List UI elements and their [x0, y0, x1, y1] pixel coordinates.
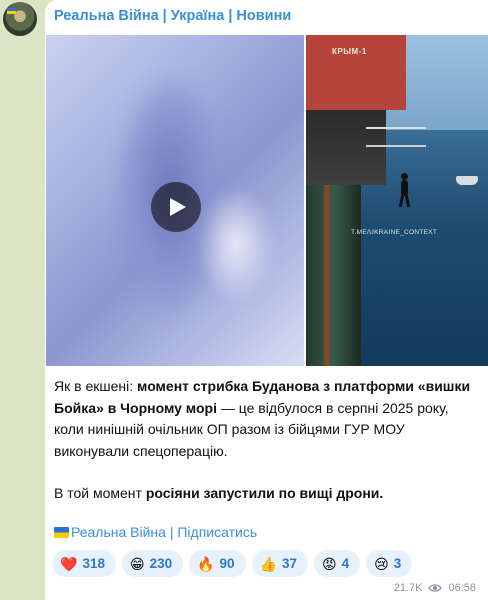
message-paragraph: В той момент росіяни запустили по вищі д… — [54, 483, 482, 505]
subscribe-link[interactable]: Реальна Війна | Підписатись — [54, 524, 257, 540]
channel-avatar[interactable] — [3, 2, 37, 36]
angry-face-icon: 😡 — [322, 555, 337, 572]
message-text-run: Як в екшені: — [54, 378, 138, 394]
photo-watermark: T.ME/UKRAINE_CONTEXT — [351, 229, 438, 236]
photo-platform: КРЫМ-1 — [306, 35, 406, 110]
reaction-heart[interactable]: ❤️ 318 — [52, 550, 116, 577]
eye-icon — [428, 584, 443, 592]
reaction-count: 3 — [393, 556, 402, 571]
play-button[interactable] — [151, 182, 201, 232]
reaction-grin[interactable]: 😁 230 — [121, 550, 184, 577]
reaction-fire[interactable]: 🔥 90 — [189, 550, 246, 577]
message-bubble: Реальна Війна | Україна | Новини КРЫМ-1 … — [45, 0, 488, 600]
fire-icon: 🔥 — [197, 555, 215, 572]
message-bold-run: росіяни запустили по вищі дрони. — [145, 485, 384, 501]
reaction-thumbs-up[interactable]: 👍 37 — [251, 550, 309, 577]
photo-rail — [366, 127, 426, 129]
views-count: 21.7K — [393, 582, 423, 594]
blurred-highlight — [196, 185, 276, 305]
play-icon — [170, 198, 186, 216]
photo-tower — [306, 185, 361, 366]
reaction-angry[interactable]: 😡 4 — [314, 550, 361, 577]
video-thumbnail[interactable] — [46, 35, 304, 366]
ukraine-flag-icon — [7, 8, 16, 14]
ukraine-flag-icon — [54, 527, 69, 538]
photo-diver — [397, 173, 411, 208]
message-time: 06:58 — [448, 582, 476, 594]
photo-rail — [366, 145, 426, 147]
reaction-sad[interactable]: 😢 3 — [366, 550, 413, 577]
message-paragraph: Як в екшені: момент стрибка Буданова з п… — [54, 376, 482, 462]
sad-face-icon: 😢 — [374, 555, 389, 572]
subscribe-link-label[interactable]: Реальна Війна | Підписатись — [71, 524, 257, 540]
reaction-count: 37 — [282, 556, 298, 571]
heart-icon: ❤️ — [60, 555, 78, 572]
message-text-run: В той момент — [54, 485, 146, 501]
reaction-count: 230 — [149, 556, 173, 571]
reaction-count: 90 — [219, 556, 235, 571]
reaction-count: 4 — [341, 556, 350, 571]
message-text: Як в екшені: момент стрибка Буданова з п… — [54, 376, 482, 505]
channel-title[interactable]: Реальна Війна | Україна | Новини — [54, 8, 291, 24]
reaction-count: 318 — [82, 556, 105, 571]
photo-boat — [456, 176, 478, 185]
message-meta: 21.7K 06:58 — [394, 582, 476, 594]
thumbs-up-icon: 👍 — [259, 555, 278, 572]
grin-icon: 😁 — [129, 555, 145, 572]
photo-thumbnail[interactable]: КРЫМ-1 T.ME/UKRAINE_CONTEXT — [306, 35, 488, 366]
platform-label: КРЫМ-1 — [332, 47, 367, 56]
photo-platform-deck — [306, 110, 386, 185]
photo-tower-rust — [324, 185, 330, 366]
reactions-bar: ❤️ 318 😁 230 🔥 90 👍 37 😡 4 😢 3 — [52, 550, 413, 577]
